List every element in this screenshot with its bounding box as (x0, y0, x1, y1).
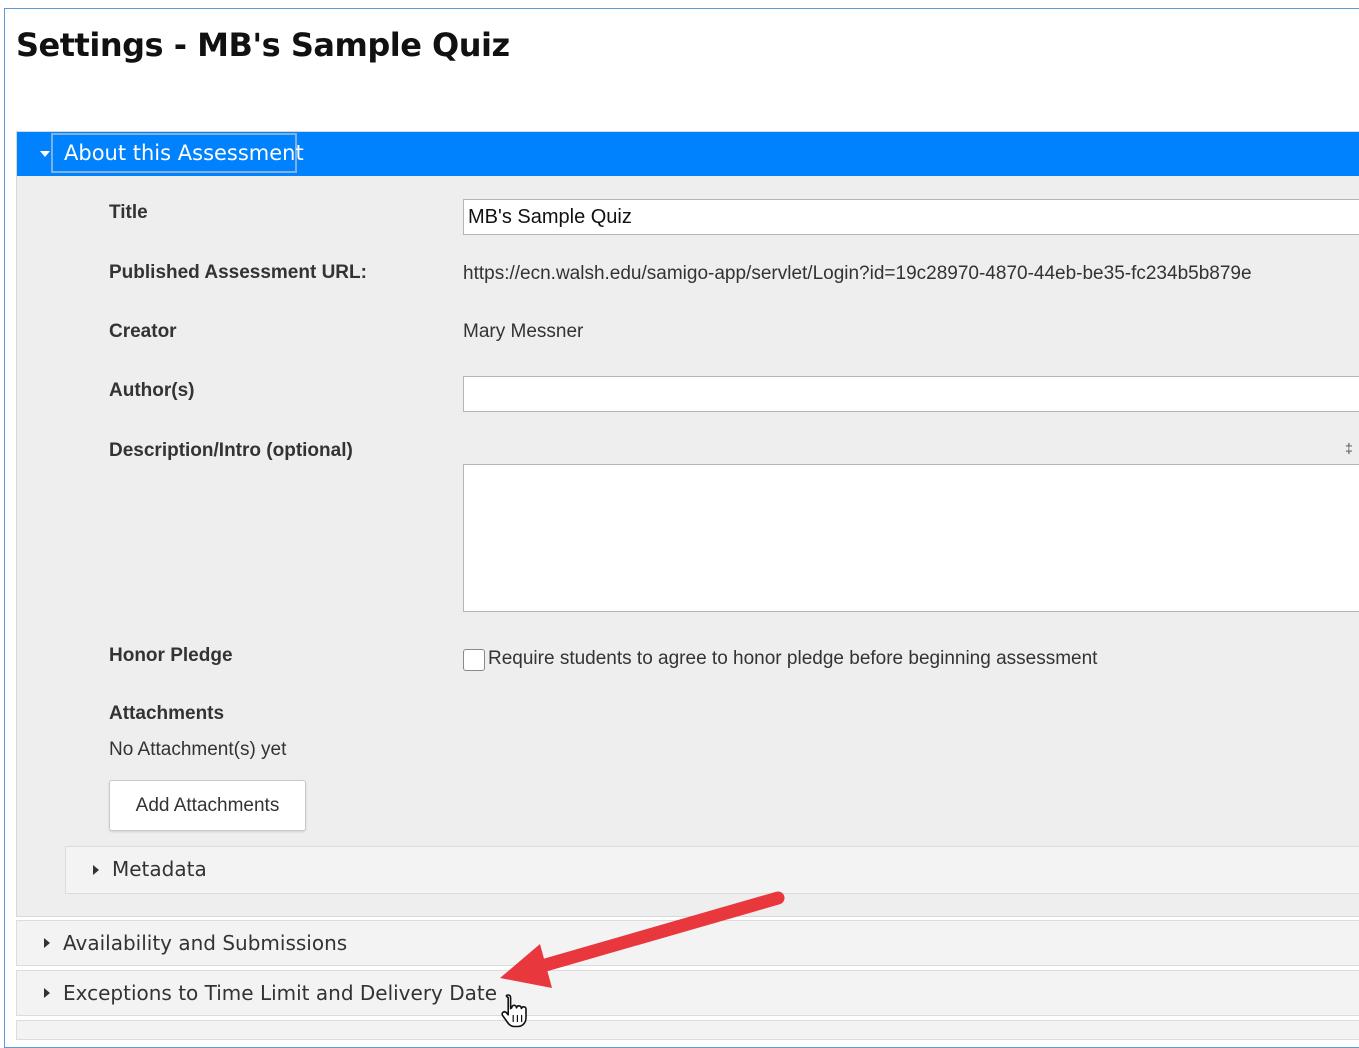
title-label: Title (109, 202, 148, 223)
page-title: Settings - MB's Sample Quiz (16, 26, 510, 64)
metadata-section[interactable]: Metadata (65, 846, 1359, 894)
about-assessment-header[interactable]: About this Assessment (17, 132, 1359, 176)
honor-pledge-label: Honor Pledge (109, 645, 233, 666)
next-section-edge (16, 1020, 1359, 1040)
honor-pledge-checkbox-label[interactable]: Require students to agree to honor pledg… (488, 648, 1097, 670)
availability-section[interactable]: Availability and Submissions (16, 920, 1359, 966)
authors-input[interactable] (463, 376, 1359, 412)
authors-label: Author(s) (109, 380, 195, 401)
about-assessment-panel: About this Assessment Title Published As… (16, 131, 1359, 917)
published-url-value: https://ecn.walsh.edu/samigo-app/servlet… (463, 263, 1252, 284)
caret-right-icon (93, 865, 99, 875)
exceptions-section[interactable]: Exceptions to Time Limit and Delivery Da… (16, 970, 1359, 1016)
creator-value: Mary Messner (463, 321, 584, 342)
attachments-label: Attachments (109, 703, 225, 724)
description-label: Description/Intro (optional) (109, 440, 353, 461)
add-attachments-button[interactable]: Add Attachments (109, 780, 306, 831)
caret-right-icon (44, 988, 50, 998)
attachments-status: No Attachment(s) yet (109, 739, 287, 760)
editor-toggle-mark: ‡ (1345, 440, 1353, 456)
about-assessment-label[interactable]: About this Assessment (64, 141, 304, 165)
metadata-label[interactable]: Metadata (112, 857, 207, 881)
published-url-label: Published Assessment URL: (109, 262, 367, 283)
exceptions-label[interactable]: Exceptions to Time Limit and Delivery Da… (63, 981, 497, 1005)
honor-pledge-checkbox[interactable] (463, 649, 485, 671)
caret-down-icon (40, 151, 50, 157)
description-textarea[interactable] (463, 464, 1359, 612)
hand-pointer-icon (501, 994, 527, 1028)
caret-right-icon (44, 938, 50, 948)
creator-label: Creator (109, 321, 177, 342)
availability-label[interactable]: Availability and Submissions (63, 931, 347, 955)
title-input[interactable] (463, 199, 1359, 235)
